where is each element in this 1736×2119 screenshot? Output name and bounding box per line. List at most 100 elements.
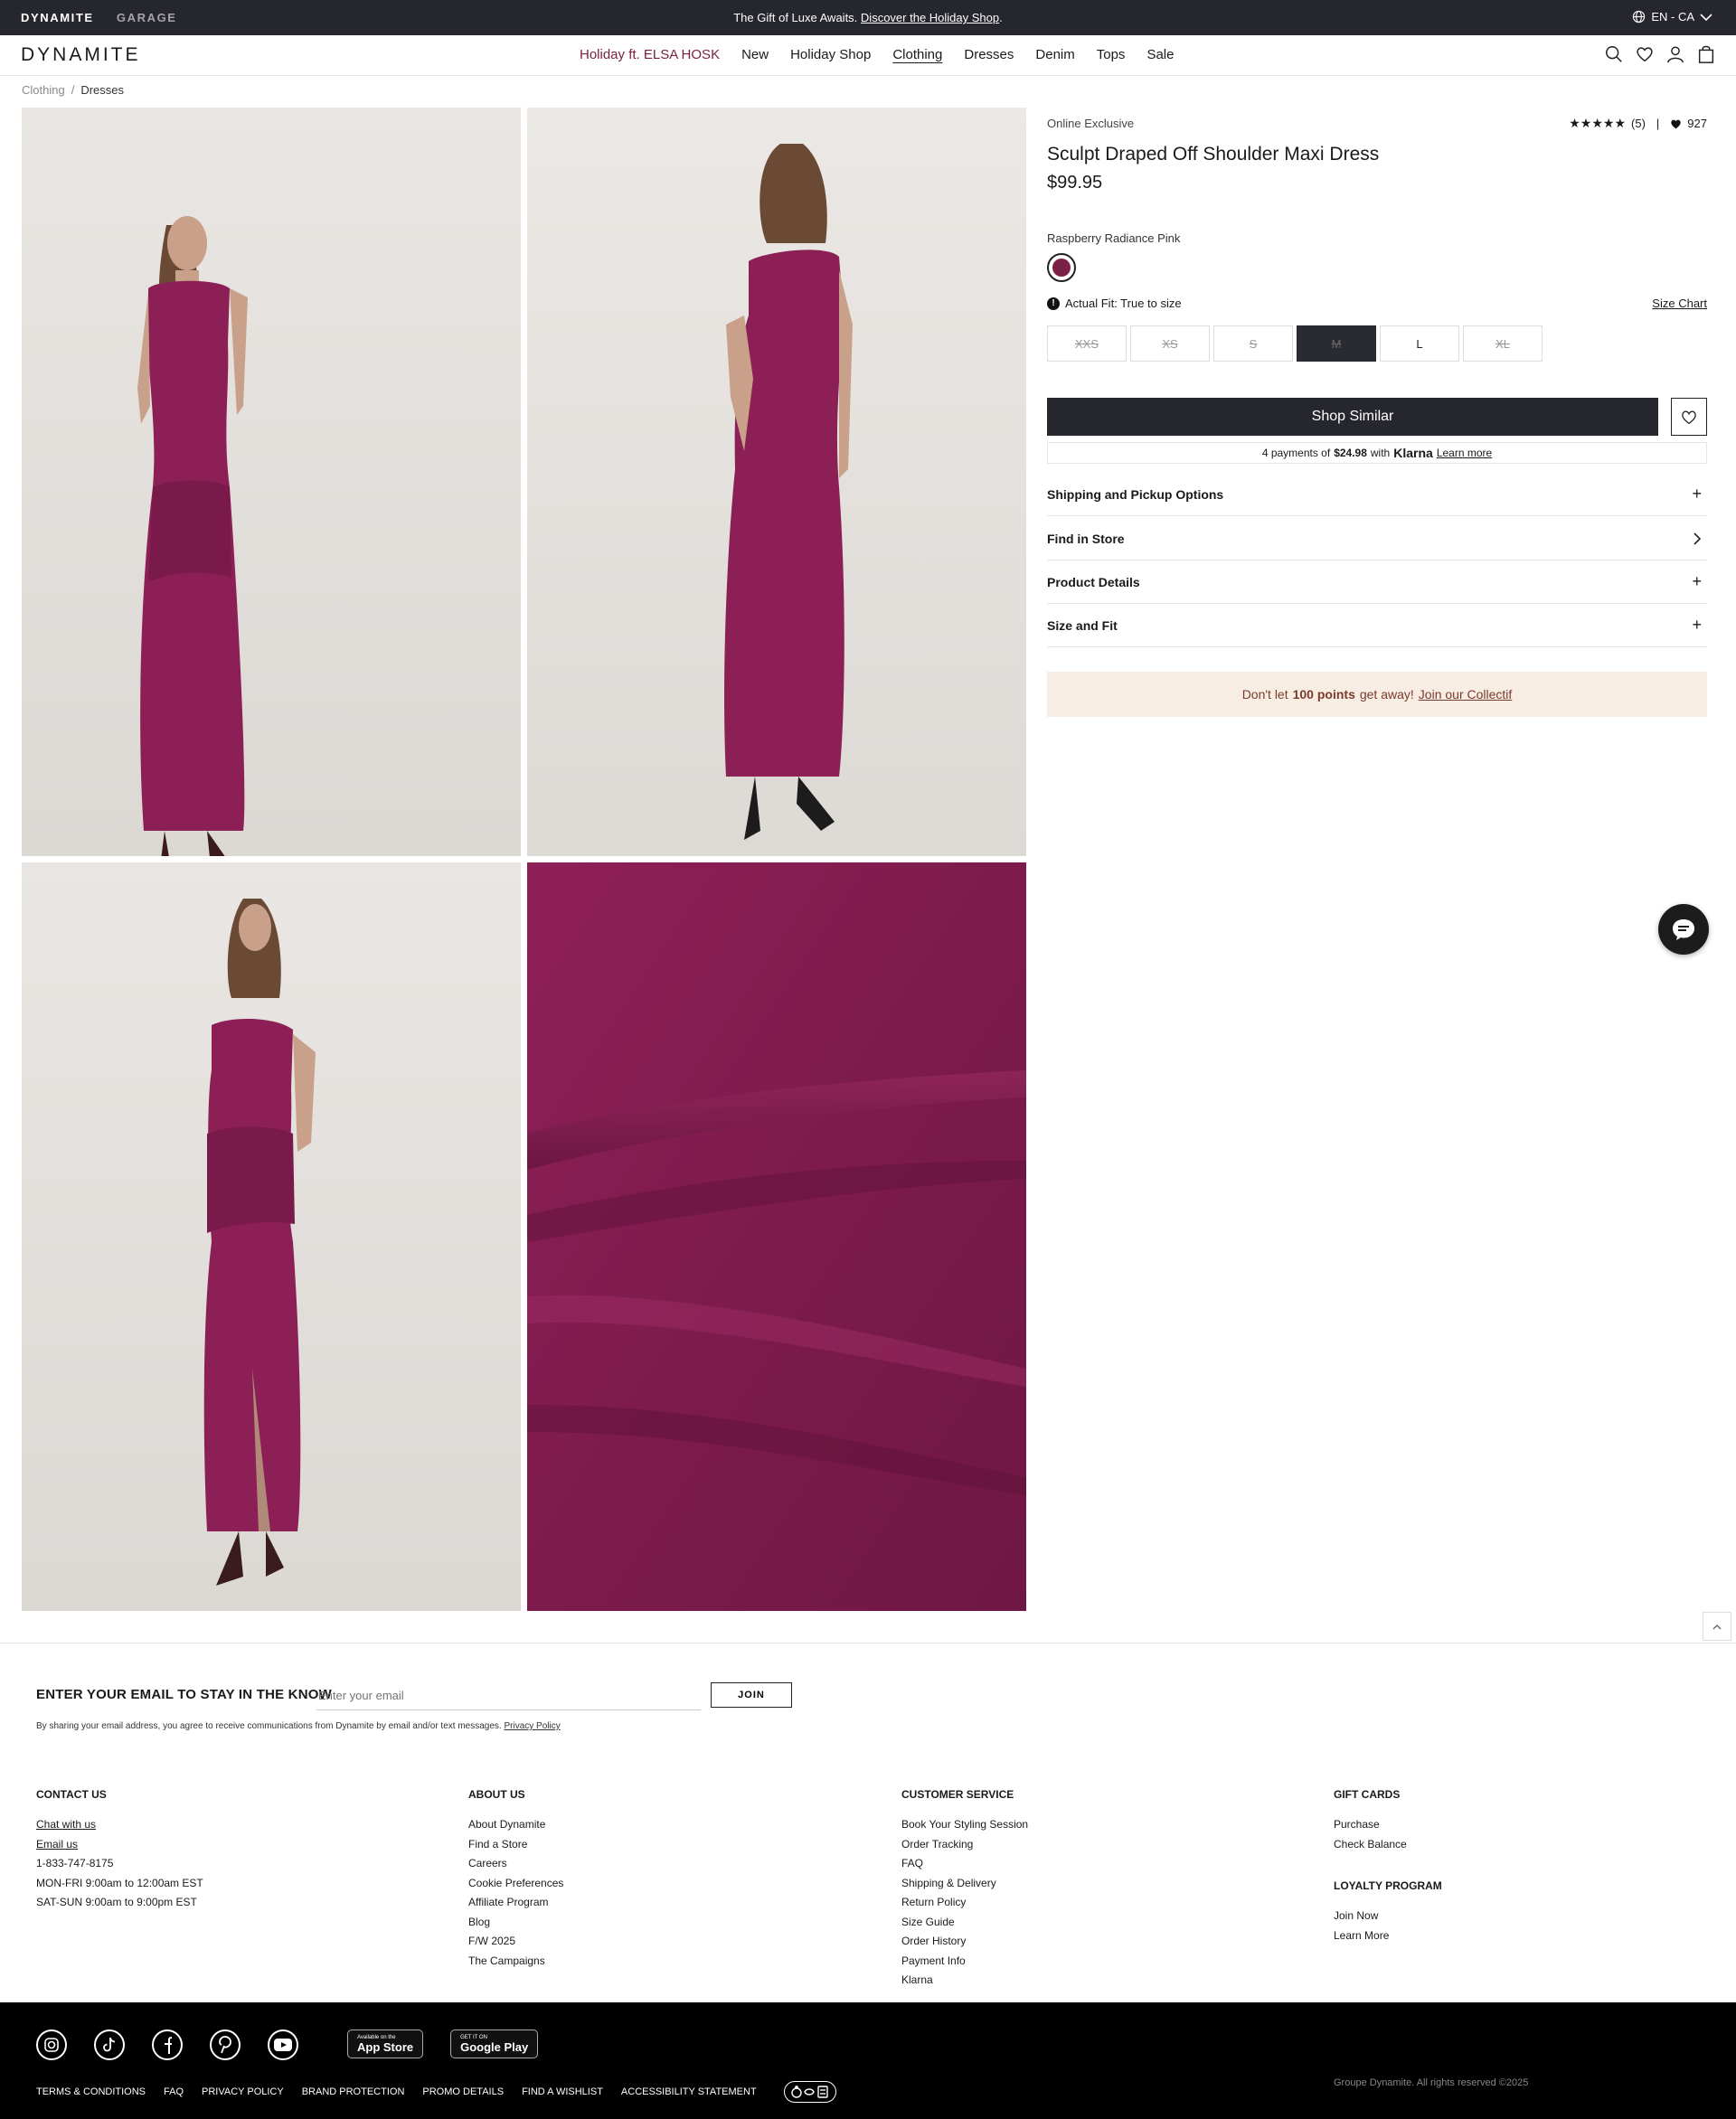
product-image-side[interactable] xyxy=(22,862,521,1611)
legal-link-faq[interactable]: FAQ xyxy=(164,2086,184,2097)
footer-link[interactable]: Klarna xyxy=(901,1971,1028,1991)
accordion-label: Find in Store xyxy=(1047,531,1125,546)
accessibility-icon[interactable] xyxy=(783,2081,836,2103)
instagram-icon[interactable] xyxy=(36,2030,67,2060)
nav-holiday-elsa-hosk[interactable]: Holiday ft. ELSA HOSK xyxy=(580,47,720,62)
klarna-message: 4 payments of $24.98 with Klarna Learn m… xyxy=(1047,442,1707,464)
footer-link-chat[interactable]: Chat with us xyxy=(36,1815,203,1835)
shop-similar-button[interactable]: Shop Similar xyxy=(1047,398,1658,436)
footer-link[interactable]: About Dynamite xyxy=(468,1815,563,1835)
accordion-label: Size and Fit xyxy=(1047,617,1118,633)
nav-holiday-shop[interactable]: Holiday Shop xyxy=(790,47,871,62)
nav-tops[interactable]: Tops xyxy=(1097,47,1126,62)
legal-link-terms[interactable]: TERMS & CONDITIONS xyxy=(36,2086,146,2097)
nav-new[interactable]: New xyxy=(741,47,769,62)
klarna-amount: $24.98 xyxy=(1334,447,1367,459)
legal-link-privacy[interactable]: PRIVACY POLICY xyxy=(202,2086,284,2097)
loyalty-points: 100 points xyxy=(1292,687,1355,702)
promo-link[interactable]: Discover the Holiday Shop xyxy=(861,11,999,24)
join-collectif-link[interactable]: Join our Collectif xyxy=(1419,687,1513,702)
product-image-fabric[interactable] xyxy=(527,862,1026,1611)
footer-link[interactable]: F/W 2025 xyxy=(468,1932,563,1952)
privacy-policy-link[interactable]: Privacy Policy xyxy=(504,1721,560,1731)
newsletter-heading: ENTER YOUR EMAIL TO STAY IN THE KNOW xyxy=(36,1687,332,1702)
klarna-learn-more-link[interactable]: Learn more xyxy=(1437,447,1492,459)
breadcrumb-clothing[interactable]: Clothing xyxy=(22,83,65,97)
search-icon[interactable] xyxy=(1604,44,1624,64)
tiktok-icon[interactable] xyxy=(94,2030,125,2060)
legal-links: TERMS & CONDITIONS FAQ PRIVACY POLICY BR… xyxy=(36,2081,836,2103)
footer-link[interactable]: Affiliate Program xyxy=(468,1893,563,1913)
app-store-badge[interactable]: Available on the App Store xyxy=(347,2030,424,2058)
rating-summary[interactable]: ★★★★★ (5) | 927 xyxy=(1569,116,1707,131)
promo-message: The Gift of Luxe Awaits. Discover the Ho… xyxy=(0,11,1736,24)
footer-link[interactable]: Check Balance xyxy=(1334,1835,1442,1855)
nav-denim[interactable]: Denim xyxy=(1035,47,1074,62)
footer-link[interactable]: Payment Info xyxy=(901,1952,1028,1972)
language-selector[interactable]: EN - CA xyxy=(1632,10,1712,24)
accordion-product-details[interactable]: Product Details + xyxy=(1047,560,1707,604)
account-icon[interactable] xyxy=(1665,44,1685,64)
size-option-xl[interactable]: XL xyxy=(1463,325,1543,362)
size-option-xs[interactable]: XS xyxy=(1130,325,1210,362)
language-label: EN - CA xyxy=(1651,10,1694,24)
size-option-xxs[interactable]: XXS xyxy=(1047,325,1127,362)
color-swatch-raspberry[interactable] xyxy=(1047,253,1076,282)
star-rating: ★★★★★ xyxy=(1569,116,1627,130)
color-name: Raspberry Radiance Pink xyxy=(1047,231,1181,245)
size-option-m[interactable]: M xyxy=(1297,325,1376,362)
promo-end: . xyxy=(999,11,1003,24)
site-logo[interactable]: DYNAMITE xyxy=(21,44,141,66)
google-play-badge[interactable]: GET IT ON Google Play xyxy=(450,2030,539,2058)
legal-link-brand-protection[interactable]: BRAND PROTECTION xyxy=(302,2086,405,2097)
footer-link-email[interactable]: Email us xyxy=(36,1835,203,1855)
footer-link[interactable]: Purchase xyxy=(1334,1815,1442,1835)
legal-link-accessibility[interactable]: ACCESSIBILITY STATEMENT xyxy=(621,2086,757,2097)
heart-icon[interactable] xyxy=(1635,44,1655,64)
footer-link[interactable]: Cookie Preferences xyxy=(468,1874,563,1894)
facebook-icon[interactable] xyxy=(152,2030,183,2060)
footer-link[interactable]: Join Now xyxy=(1334,1907,1442,1926)
footer-link[interactable]: Careers xyxy=(468,1854,563,1874)
footer-link[interactable]: Shipping & Delivery xyxy=(901,1874,1028,1894)
newsletter-consent: By sharing your email address, you agree… xyxy=(36,1721,561,1731)
footer-link[interactable]: Blog xyxy=(468,1913,563,1933)
plus-icon: + xyxy=(1692,485,1702,503)
footer-link[interactable]: Order History xyxy=(901,1932,1028,1952)
add-to-wishlist-button[interactable] xyxy=(1671,398,1707,436)
legal-link-promo-details[interactable]: PROMO DETAILS xyxy=(422,2086,504,2097)
size-option-l[interactable]: L xyxy=(1380,325,1459,362)
product-image-back[interactable] xyxy=(527,108,1026,856)
newsletter-email-input[interactable] xyxy=(316,1681,701,1710)
footer-column-title: ABOUT US xyxy=(468,1788,525,1801)
footer-link[interactable]: Learn More xyxy=(1334,1926,1442,1946)
accordion-find-in-store[interactable]: Find in Store xyxy=(1047,517,1707,560)
bag-icon[interactable] xyxy=(1696,44,1716,64)
accordion-size-and-fit[interactable]: Size and Fit + xyxy=(1047,604,1707,647)
online-exclusive-tag: Online Exclusive xyxy=(1047,117,1135,130)
footer-link[interactable]: Order Tracking xyxy=(901,1835,1028,1855)
back-to-top-button[interactable] xyxy=(1703,1612,1731,1641)
youtube-icon[interactable] xyxy=(268,2030,298,2060)
newsletter-join-button[interactable]: JOIN xyxy=(711,1682,792,1708)
nav-dresses[interactable]: Dresses xyxy=(964,47,1014,62)
nav-clothing[interactable]: Clothing xyxy=(892,47,942,62)
nav-sale[interactable]: Sale xyxy=(1146,47,1174,62)
loyalty-prefix: Don't let xyxy=(1241,687,1288,702)
footer-link[interactable]: Find a Store xyxy=(468,1835,563,1855)
product-image-front[interactable] xyxy=(22,108,521,856)
footer-phone: 1-833-747-8175 xyxy=(36,1857,114,1869)
size-option-s[interactable]: S xyxy=(1213,325,1293,362)
footer-link[interactable]: FAQ xyxy=(901,1854,1028,1874)
chat-button[interactable] xyxy=(1658,904,1709,955)
footer-link[interactable]: The Campaigns xyxy=(468,1952,563,1972)
review-count[interactable]: (5) xyxy=(1631,117,1646,130)
footer-link[interactable]: Return Policy xyxy=(901,1893,1028,1913)
legal-link-find-wishlist[interactable]: FIND A WISHLIST xyxy=(522,2086,603,2097)
footer-link[interactable]: Book Your Styling Session xyxy=(901,1815,1028,1835)
footer-link[interactable]: Size Guide xyxy=(901,1913,1028,1933)
pinterest-icon[interactable] xyxy=(210,2030,241,2060)
accordion-shipping-pickup[interactable]: Shipping and Pickup Options + xyxy=(1047,473,1707,516)
header-actions xyxy=(1604,44,1716,64)
size-chart-link[interactable]: Size Chart xyxy=(1652,297,1707,310)
